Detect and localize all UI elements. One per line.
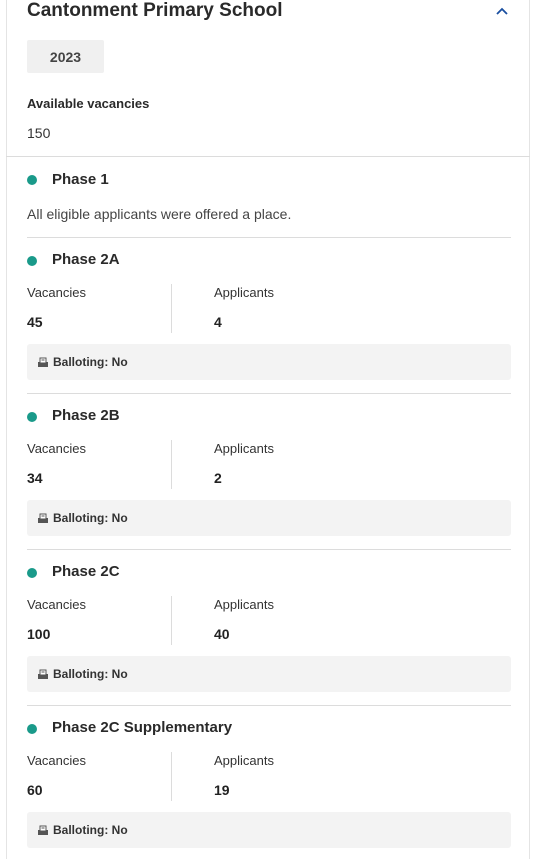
balloting-info: Balloting: No <box>27 500 511 536</box>
phase-dot-icon <box>27 724 37 734</box>
column-divider <box>171 752 172 801</box>
applicants-label: Applicants <box>214 753 274 768</box>
balloting-status: Balloting: No <box>53 355 128 369</box>
vacancies-label: Vacancies <box>27 753 87 768</box>
column-divider <box>171 596 172 645</box>
available-vacancies-label: Available vacancies <box>27 96 150 111</box>
balloting-info: Balloting: No <box>27 812 511 848</box>
divider <box>27 549 511 550</box>
ballot-box-icon <box>38 825 48 835</box>
phase-title: Phase 2C Supplementary <box>52 719 233 736</box>
ballot-box-icon <box>38 669 48 679</box>
phase-dot-icon <box>27 568 37 578</box>
vacancies-value: 45 <box>27 314 43 330</box>
phase-title: Phase 2C <box>52 563 120 580</box>
applicants-label: Applicants <box>214 285 274 300</box>
balloting-info: Balloting: No <box>27 656 511 692</box>
available-vacancies-value: 150 <box>27 125 51 141</box>
applicants-value: 4 <box>214 314 222 330</box>
applicants-value: 2 <box>214 470 222 486</box>
year-tab[interactable]: 2023 <box>27 40 104 73</box>
vacancies-label: Vacancies <box>27 441 87 456</box>
phase-dot-icon <box>27 412 37 422</box>
applicants-label: Applicants <box>214 597 274 612</box>
divider <box>27 237 511 238</box>
chevron-up-icon[interactable] <box>494 4 510 20</box>
phase-1-note: All eligible applicants were offered a p… <box>27 206 292 222</box>
divider <box>6 156 530 157</box>
phase-dot-icon <box>27 256 37 266</box>
vacancies-label: Vacancies <box>27 285 87 300</box>
balloting-info: Balloting: No <box>27 344 511 380</box>
vacancies-label: Vacancies <box>27 597 87 612</box>
vacancies-value: 34 <box>27 470 43 486</box>
phase-title: Phase 2B <box>52 407 120 424</box>
column-divider <box>171 440 172 489</box>
phase-1-title: Phase 1 <box>52 171 109 188</box>
ballot-box-icon <box>38 357 48 367</box>
vacancies-value: 60 <box>27 782 43 798</box>
balloting-status: Balloting: No <box>53 823 128 837</box>
phase-title: Phase 2A <box>52 251 120 268</box>
balloting-status: Balloting: No <box>53 667 128 681</box>
applicants-label: Applicants <box>214 441 274 456</box>
column-divider <box>171 284 172 333</box>
divider <box>27 393 511 394</box>
ballot-box-icon <box>38 513 48 523</box>
vacancies-value: 100 <box>27 626 51 642</box>
applicants-value: 19 <box>214 782 230 798</box>
applicants-value: 40 <box>214 626 230 642</box>
balloting-status: Balloting: No <box>53 511 128 525</box>
school-name: Cantonment Primary School <box>27 0 283 21</box>
phase-dot-icon <box>27 175 37 185</box>
divider <box>27 705 511 706</box>
